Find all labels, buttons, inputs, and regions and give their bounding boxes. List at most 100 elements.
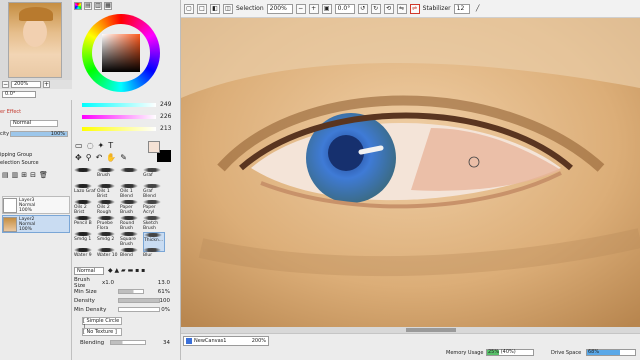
rotation-field[interactable]: 0.0° <box>334 3 355 14</box>
brush-label: Oils 1 Brist <box>97 189 110 199</box>
zoom-out-icon[interactable]: − <box>295 3 306 14</box>
brush-stroke-preview <box>120 248 138 252</box>
stabilizer-select[interactable]: 12 <box>453 3 470 14</box>
flip-canvas-icon[interactable]: ⇌ <box>409 3 420 14</box>
nav-zoom-field[interactable]: 200% <box>11 81 41 88</box>
layer-opacity: 100% <box>19 207 32 213</box>
brush-stroke-preview <box>120 184 138 188</box>
horizontal-scroll-thumb[interactable] <box>406 328 456 332</box>
layer-blend-mode[interactable]: Normal <box>10 120 58 127</box>
layer-name: Layer3 <box>19 197 35 203</box>
invert-selection-icon[interactable]: ◧ <box>210 3 220 14</box>
min-size-label: Min Size <box>74 288 97 295</box>
brush-stroke-preview <box>120 232 138 236</box>
brush-label: Smdg 1 <box>74 237 92 242</box>
select-all-icon[interactable]: ▢ <box>184 3 194 14</box>
drive-space-value: 68% <box>588 349 600 355</box>
brush-stroke-preview <box>97 200 115 204</box>
brush-stroke-preview <box>143 200 161 204</box>
min-density-slider[interactable] <box>118 307 160 312</box>
brush-stroke-preview <box>120 168 138 172</box>
clear-layer-icon[interactable]: ⊟ <box>30 171 36 179</box>
layer-mode: Normal <box>19 221 36 227</box>
density-slider[interactable] <box>117 298 160 303</box>
zoom-reset-icon[interactable]: ▣ <box>321 3 332 14</box>
navigator-thumbnail[interactable] <box>8 2 62 78</box>
layer-item-selected[interactable]: Layer2 Normal 100% <box>2 215 70 233</box>
brush-label: Brush <box>97 173 110 178</box>
brush-item[interactable]: Blur <box>143 248 165 268</box>
canvas[interactable] <box>181 18 640 333</box>
layer-opacity-slider[interactable]: 100% <box>10 131 68 137</box>
foreground-color-swatch[interactable] <box>148 141 160 153</box>
green-slider[interactable] <box>82 115 156 119</box>
flip-icon[interactable]: ⇋ <box>396 3 407 14</box>
palette-icon[interactable]: ▦ <box>104 2 112 10</box>
delete-layer-icon[interactable]: 🗑 <box>39 171 48 179</box>
top-toolbar: ▢ □ ◧ ◫ Selection 200% − + ▣ 0.0° ↺ ↻ ⟲ … <box>181 0 640 18</box>
new-folder-icon[interactable]: ▥ <box>12 171 19 179</box>
zoom-in-icon[interactable]: + <box>308 3 319 14</box>
rotate-reset-icon[interactable]: ⟲ <box>383 3 394 14</box>
brush-stroke-preview <box>143 216 161 220</box>
rotate-right-icon[interactable]: ↻ <box>370 3 381 14</box>
selection-source-checkbox[interactable]: election Source <box>0 160 39 166</box>
zoom-tool-icon[interactable]: ⚲ <box>86 153 92 162</box>
deselect-icon[interactable]: □ <box>197 3 207 14</box>
hsv-slider-icon[interactable]: ▥ <box>94 2 102 10</box>
canvas-tab-zoom: 200% <box>251 338 266 344</box>
color-wheel[interactable] <box>82 14 160 92</box>
red-slider[interactable] <box>82 103 156 107</box>
brush-size-value[interactable]: 13.0 <box>158 280 170 286</box>
min-size-value: 61% <box>157 288 170 295</box>
nav-zoom-in-icon[interactable]: + <box>43 81 50 88</box>
brush-texture-select[interactable]: [ No Texture ] <box>82 327 122 336</box>
text-tool-icon[interactable]: T <box>108 141 113 150</box>
memory-usage-label: Memory Usage <box>446 350 484 356</box>
layer-item[interactable]: Layer3 Normal 100% <box>2 196 70 214</box>
blue-slider[interactable] <box>82 127 156 131</box>
min-size-slider[interactable] <box>118 289 144 294</box>
brush-shape-select[interactable]: [ Simple Circle ] <box>82 316 122 330</box>
brush-item[interactable]: Water 10 <box>97 248 119 268</box>
density-label: Density <box>74 297 95 304</box>
brush-stroke-preview <box>144 233 162 237</box>
select-rect-icon[interactable]: ▭ <box>75 141 83 150</box>
brush-item[interactable]: Water 9 <box>74 248 96 268</box>
painting-eye <box>181 18 640 333</box>
brush-label: Blend <box>120 253 133 258</box>
lasso-icon[interactable]: ◌ <box>87 141 94 150</box>
hand-tool-icon[interactable]: ✋ <box>106 153 116 162</box>
status-bar: NewCanvas1 200% Memory Usage 25% (40%) D… <box>181 333 640 360</box>
brush-label: Graf Blend <box>143 189 156 199</box>
show-selection-icon[interactable]: ◫ <box>223 3 233 14</box>
brush-size-mult[interactable]: x1.0 <box>102 280 122 286</box>
blending-slider[interactable] <box>110 340 146 345</box>
rgb-slider-icon[interactable]: ▤ <box>84 2 92 10</box>
merge-layer-icon[interactable]: ⊞ <box>21 171 27 179</box>
new-layer-icon[interactable]: ▤ <box>2 171 9 179</box>
rotate-left-icon[interactable]: ↺ <box>357 3 368 14</box>
eyedropper-icon[interactable]: ✎ <box>120 153 127 162</box>
brush-stroke-preview <box>143 184 161 188</box>
brush-tip-shapes[interactable]: ◆ ▲ ▰ ▬ ▪ ▪ <box>108 267 145 274</box>
line-tool-icon[interactable]: ╱ <box>473 4 483 14</box>
brush-stroke-preview <box>97 184 115 188</box>
clipping-group-checkbox[interactable]: ipping Group <box>0 152 32 158</box>
saturation-value-square[interactable] <box>102 34 140 72</box>
nav-zoom-out-icon[interactable]: − <box>2 81 9 88</box>
magic-wand-icon[interactable]: ✦ <box>98 141 105 150</box>
color-wheel-icon[interactable] <box>74 2 82 10</box>
nav-angle-field[interactable]: 0.0° <box>2 91 36 98</box>
min-density-value: 0% <box>161 306 170 313</box>
zoom-field[interactable]: 200% <box>266 3 293 14</box>
layer-thumbnail <box>3 197 17 213</box>
move-tool-icon[interactable]: ✥ <box>75 153 82 162</box>
rotate-tool-icon[interactable]: ↶ <box>96 153 103 162</box>
layer-effect-title: er Effect <box>0 109 22 115</box>
brush-blend-mode[interactable]: Normal <box>74 266 104 275</box>
canvas-tab[interactable]: NewCanvas1 200% <box>183 336 269 346</box>
brush-stroke-preview <box>74 232 92 236</box>
brush-label: Pencil B <box>74 221 92 226</box>
brush-item[interactable]: Blend <box>120 248 142 268</box>
